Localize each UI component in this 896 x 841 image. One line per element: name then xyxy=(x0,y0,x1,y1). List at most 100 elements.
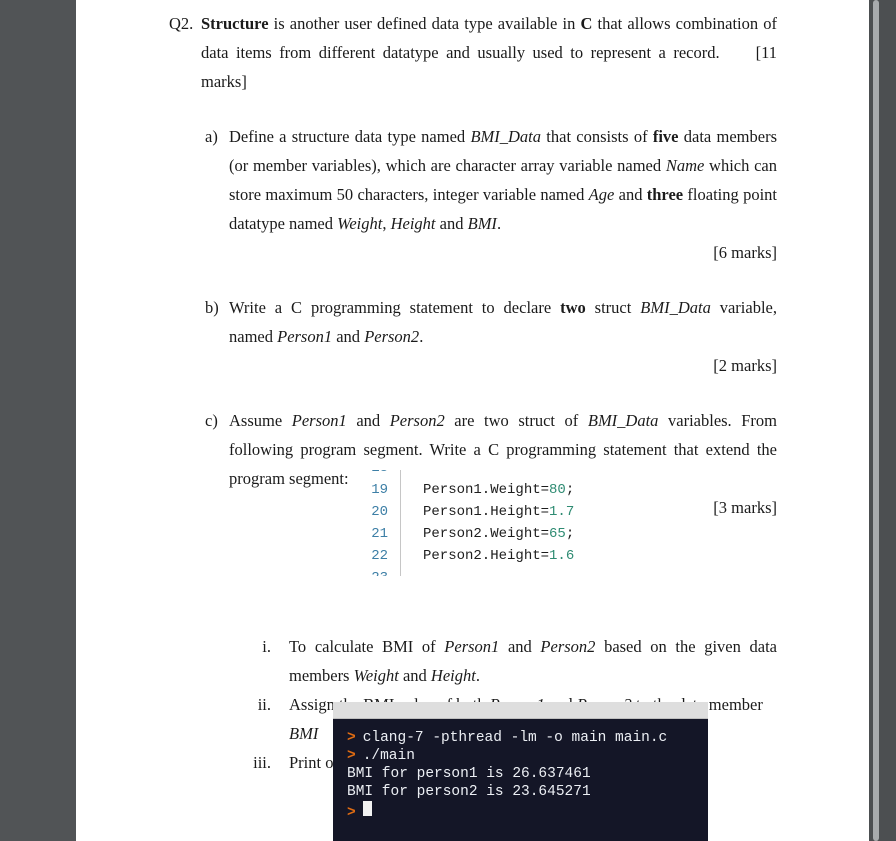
code-terminator: ; xyxy=(565,482,574,498)
code-line: 21 Person2.Weight=65; xyxy=(354,523,574,545)
part-a-marks: [6 marks] xyxy=(713,243,777,262)
terminal-prompt-icon: > xyxy=(347,748,356,764)
terminal-command-text: ./main xyxy=(362,748,415,764)
code-identifier: Person1.Height= xyxy=(423,504,550,520)
scrollbar-thumb[interactable] xyxy=(873,0,879,841)
emphasis-italic: BMI xyxy=(467,214,497,233)
emphasis-italic: Age xyxy=(588,185,615,204)
code-line-text: Person1.Weight=80; xyxy=(401,479,574,501)
text-run: and xyxy=(499,637,541,656)
text-run: Define a structure data type named xyxy=(229,127,471,146)
code-line-clipped-top: 18 xyxy=(354,470,574,479)
emphasis-italic: Name xyxy=(665,156,705,175)
emphasis-italic: Height xyxy=(390,214,436,233)
code-line: 20 Person1.Height=1.733; xyxy=(354,501,574,523)
terminal-figure: > clang-7 -pthread -lm -o main main.c > ./m… xyxy=(333,702,708,841)
terminal-line: BMI for person2 is 23.645271 xyxy=(333,783,708,801)
page-content: Q2. Structure is another user defined da… xyxy=(76,0,869,841)
line-number-clipped-bottom: 23 xyxy=(354,567,400,576)
question-q2: Q2. Structure is another user defined da… xyxy=(169,9,777,96)
code-line-text: Person2.Weight=65; xyxy=(401,523,574,545)
code-numeric-literal: 1.658 xyxy=(549,548,574,564)
code-identifier: Person2.Height= xyxy=(423,548,550,564)
line-number: 20 xyxy=(371,504,388,520)
line-number-clipped-top: 18 xyxy=(354,470,400,479)
emphasis-italic: Person1 xyxy=(277,327,333,346)
terminal-line: BMI for person1 is 26.637461 xyxy=(333,765,708,783)
text-run: Assume xyxy=(229,411,292,430)
code-line: 19 Person1.Weight=80; xyxy=(354,479,574,501)
code-snippet-figure: 18 19 Person1.Weight=80; 20 Person1.Height=… xyxy=(354,470,574,582)
terminal-prompt-icon: > xyxy=(347,730,356,746)
question-part-b: b) Write a C programming statement to de… xyxy=(205,293,777,351)
terminal-titlebar xyxy=(333,702,708,719)
intro-c-bold: C xyxy=(580,14,593,33)
intro-lead-bold: Structure xyxy=(201,14,269,33)
emphasis-italic: BMI_Data xyxy=(640,298,711,317)
line-number: 22 xyxy=(371,548,388,564)
question-part-a: a) Define a structure data type named BM… xyxy=(205,122,777,238)
pdf-viewer: Q2. Structure is another user defined da… xyxy=(0,0,896,841)
vertical-scrollbar[interactable] xyxy=(869,0,896,841)
text-run: and xyxy=(346,411,390,430)
terminal-output: > clang-7 -pthread -lm -o main main.c > ./m… xyxy=(333,719,708,841)
line-number: 19 xyxy=(371,482,388,498)
emphasis-italic: BMI_Data xyxy=(470,127,542,146)
code-line-text: Person1.Height=1.733; xyxy=(401,501,574,523)
part-b-text: Write a C programming statement to decla… xyxy=(229,293,777,351)
roman-item-i: i. To calculate BMI of Person1 and Perso… xyxy=(223,632,777,690)
terminal-command-text: clang-7 -pthread -lm -o main main.c xyxy=(362,730,668,746)
emphasis-bold: three xyxy=(646,185,684,204)
text-run: that consists of xyxy=(541,127,653,146)
terminal-output-text: BMI for person1 is 26.637461 xyxy=(347,766,591,782)
code-gutter-divider-bottom xyxy=(400,567,401,576)
text-run: Write a C programming statement to decla… xyxy=(229,298,561,317)
text-run: struct xyxy=(585,298,641,317)
part-c-label: c) xyxy=(205,411,218,430)
roman-numeral-i: i. xyxy=(262,637,271,656)
code-identifier: Person2.Weight= xyxy=(423,526,550,542)
code-numeric-literal: 1.733 xyxy=(549,504,574,520)
code-numeric-literal: 80 xyxy=(549,482,566,498)
terminal-prompt-icon: > xyxy=(347,805,356,821)
emphasis-italic: Weight xyxy=(337,214,383,233)
roman-item-i-text: To calculate BMI of Person1 and Person2 … xyxy=(289,632,777,690)
emphasis-italic: Person2 xyxy=(364,327,420,346)
text-run: and xyxy=(332,327,365,346)
text-run: . xyxy=(475,666,480,685)
emphasis-italic: Person2 xyxy=(389,411,445,430)
code-line-clipped-bottom: 23 xyxy=(354,567,574,576)
terminal-output-text: BMI for person2 is 23.645271 xyxy=(347,784,591,800)
text-run: and xyxy=(435,214,468,233)
part-a-label: a) xyxy=(205,127,218,146)
text-run: To calculate BMI of xyxy=(289,637,445,656)
question-intro-text: Structure is another user defined data t… xyxy=(201,9,777,96)
text-run: , xyxy=(382,214,391,233)
question-number: Q2. xyxy=(169,14,194,33)
emphasis-italic: Height xyxy=(430,666,476,685)
intro-rest: is another user defined data type availa… xyxy=(268,14,581,33)
code-line-text: Person2.Height=1.658; xyxy=(401,545,574,567)
part-b-marks: [2 marks] xyxy=(713,356,777,375)
code-lines-container: 19 Person1.Weight=80; 20 Person1.Height=1.7… xyxy=(354,479,574,567)
line-number: 21 xyxy=(371,526,388,542)
code-gutter-divider xyxy=(400,470,401,479)
emphasis-italic: BMI xyxy=(289,724,319,743)
part-a-text: Define a structure data type named BMI_D… xyxy=(229,122,777,238)
code-numeric-literal: 65 xyxy=(549,526,566,542)
text-run: . xyxy=(419,327,424,346)
emphasis-bold: five xyxy=(652,127,679,146)
text-run: are two struct of xyxy=(444,411,588,430)
emphasis-bold: two xyxy=(560,298,586,317)
code-identifier: Person1.Weight= xyxy=(423,482,550,498)
text-run: and xyxy=(614,185,647,204)
text-run: . xyxy=(496,214,502,233)
terminal-line: > clang-7 -pthread -lm -o main main.c xyxy=(333,729,708,747)
emphasis-italic: Person2 xyxy=(540,637,596,656)
code-terminator: ; xyxy=(565,526,574,542)
emphasis-italic: Weight xyxy=(353,666,399,685)
emphasis-italic: BMI_Data xyxy=(587,411,659,430)
roman-numeral-ii: ii. xyxy=(257,695,271,714)
terminal-line: > xyxy=(333,801,708,821)
code-line: 22 Person2.Height=1.658; xyxy=(354,545,574,567)
